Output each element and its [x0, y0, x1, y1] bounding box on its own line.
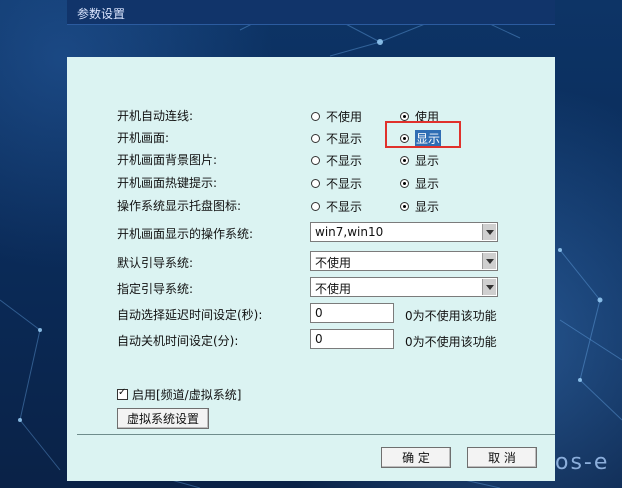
checkbox-box[interactable] [117, 387, 128, 400]
auto-shutdown-label: 自动关机时间设定(分): [117, 334, 239, 348]
brand-watermark: os-e [555, 450, 610, 475]
radio-dot-selected [400, 156, 409, 165]
default-boot-select[interactable]: 不使用 [310, 251, 498, 271]
specified-boot-label: 指定引导系统: [117, 282, 194, 296]
radio-dot [311, 112, 320, 121]
ok-button[interactable]: 确 定 [381, 447, 451, 468]
virtual-system-settings-button[interactable]: 虚拟系统设置 [117, 408, 209, 429]
boot-hotkey-off-radio[interactable]: 不显示 [311, 175, 362, 192]
boot-screen-label: 开机画面: [117, 131, 170, 145]
auto-delay-label: 自动选择延迟时间设定(秒): [117, 308, 263, 322]
os-display-label: 开机画面显示的操作系统: [117, 227, 254, 241]
boot-bg-on-radio[interactable]: 显示 [400, 152, 439, 169]
boot-hotkey-on-radio[interactable]: 显示 [400, 175, 439, 192]
channel-checkbox-label: 启用[频道/虚拟系统] [132, 388, 242, 402]
highlight-box [385, 121, 461, 148]
boot-bg-label: 开机画面背景图片: [117, 153, 218, 167]
boot-screen-off-radio[interactable]: 不显示 [311, 130, 362, 147]
divider [77, 434, 555, 435]
settings-panel: 开机自动连线: 不使用 使用 开机画面: 不显示 显示 开机画面背景图片: 不显… [67, 57, 555, 481]
auto-delay-hint: 0为不使用该功能 [405, 309, 497, 323]
auto-shutdown-input[interactable]: 0 [310, 329, 394, 349]
tray-icon-label: 操作系统显示托盘图标: [117, 199, 242, 213]
radio-dot-selected [400, 179, 409, 188]
tray-icon-on-radio[interactable]: 显示 [400, 198, 439, 215]
auto-delay-input[interactable]: 0 [310, 303, 394, 323]
autoconnect-off-radio[interactable]: 不使用 [311, 108, 362, 125]
tray-icon-off-radio[interactable]: 不显示 [311, 198, 362, 215]
os-display-select[interactable]: win7,win10 [310, 222, 498, 242]
radio-dot-selected [400, 112, 409, 121]
radio-dot [311, 156, 320, 165]
boot-bg-off-radio[interactable]: 不显示 [311, 152, 362, 169]
radio-dot [311, 134, 320, 143]
autoconnect-label: 开机自动连线: [117, 109, 194, 123]
chevron-down-icon[interactable] [482, 224, 496, 240]
chevron-down-icon[interactable] [482, 253, 496, 269]
cancel-button[interactable]: 取 消 [467, 447, 537, 468]
auto-shutdown-hint: 0为不使用该功能 [405, 335, 497, 349]
specified-boot-select[interactable]: 不使用 [310, 277, 498, 297]
dialog-titlebar[interactable]: 参数设置 [67, 0, 555, 25]
default-boot-label: 默认引导系统: [117, 256, 194, 270]
dialog-title: 参数设置 [77, 7, 126, 21]
radio-dot [311, 179, 320, 188]
boot-hotkey-label: 开机画面热键提示: [117, 176, 218, 190]
channel-checkbox[interactable]: 启用[频道/虚拟系统] [117, 386, 241, 403]
chevron-down-icon[interactable] [482, 279, 496, 295]
radio-dot [311, 202, 320, 211]
radio-dot-selected [400, 202, 409, 211]
